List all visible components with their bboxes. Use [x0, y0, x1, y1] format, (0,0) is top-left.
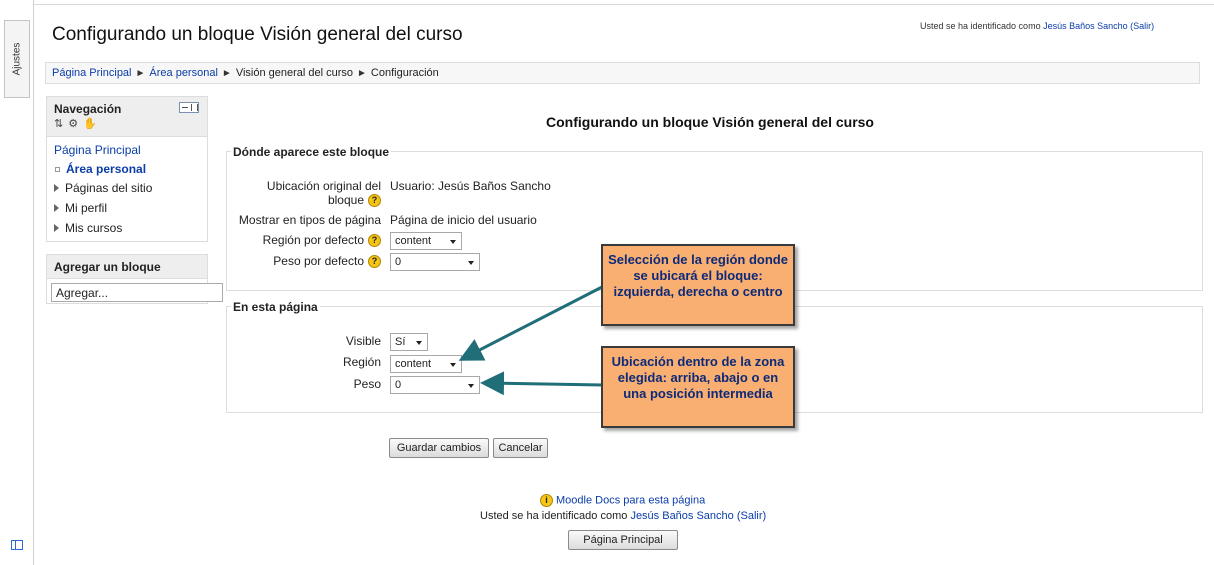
footer-login-prefix: Usted se ha identificado como [480, 510, 628, 522]
footer-login-info: Usted se ha identificado como Jesús Baño… [480, 510, 766, 522]
callout-region-selection: Selección de la región donde se ubicará … [601, 244, 795, 326]
home-button[interactable]: Página Principal [568, 530, 678, 550]
arrow-to-weight-select [480, 371, 604, 396]
footer-login-user-link[interactable]: Jesús Baños Sancho [630, 510, 733, 522]
moodle-docs-link[interactable]: Moodle Docs para esta página [556, 494, 705, 506]
save-button[interactable]: Guardar cambios [389, 438, 489, 458]
footer-logout-link[interactable]: (Salir) [737, 510, 766, 522]
cancel-button[interactable]: Cancelar [493, 438, 548, 458]
footer-docs: i Moodle Docs para esta página [540, 494, 705, 507]
callout-position-within-zone: Ubicación dentro de la zona elegida: arr… [601, 346, 795, 428]
info-icon: i [540, 494, 553, 507]
arrow-to-region-select [458, 284, 605, 361]
